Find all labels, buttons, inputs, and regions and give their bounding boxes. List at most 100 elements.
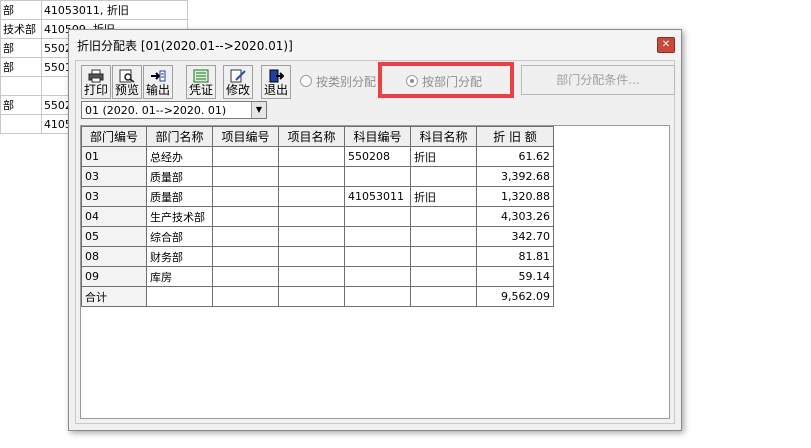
- table-cell[interactable]: 61.62: [476, 146, 554, 167]
- voucher-label: 凭证: [188, 83, 213, 97]
- table-cell[interactable]: 1,320.88: [476, 186, 554, 207]
- radio-by-category[interactable]: 按类别分配: [300, 73, 376, 90]
- export-label: 输出: [145, 83, 170, 97]
- table-cell[interactable]: [344, 246, 411, 267]
- table-cell[interactable]: [344, 166, 411, 187]
- table-cell[interactable]: [410, 166, 477, 187]
- bg-cell: 部: [0, 38, 42, 58]
- period-select[interactable]: 01 (2020. 01-->2020. 01) ▼: [81, 101, 267, 119]
- table-cell[interactable]: 550208: [344, 146, 411, 167]
- bg-row: 部 41053011, 折旧: [0, 0, 189, 20]
- table-cell[interactable]: 折旧: [410, 146, 477, 167]
- table-cell[interactable]: 81.81: [476, 246, 554, 267]
- table-cell[interactable]: 综合部: [146, 226, 213, 247]
- table-cell[interactable]: [278, 226, 345, 247]
- col-header[interactable]: 科目名称: [410, 126, 477, 147]
- table-cell[interactable]: [212, 246, 279, 267]
- bg-cell: 41053011, 折旧: [40, 0, 189, 20]
- table-cell[interactable]: [410, 226, 477, 247]
- table-cell[interactable]: [212, 166, 279, 187]
- table-cell[interactable]: 08: [81, 246, 147, 267]
- table-cell[interactable]: [278, 246, 345, 267]
- table-row[interactable]: 04 生产技术部 4,303.26: [81, 206, 554, 227]
- department-condition-button[interactable]: 部门分配条件...: [521, 65, 675, 95]
- table-cell[interactable]: [410, 246, 477, 267]
- table-cell[interactable]: [278, 146, 345, 167]
- radio-by-category-label: 按类别分配: [316, 75, 377, 89]
- col-header[interactable]: 项目编号: [212, 126, 279, 147]
- table-cell[interactable]: [212, 146, 279, 167]
- table-row[interactable]: 09 库房 59.14: [81, 266, 554, 287]
- bg-cell: 部: [0, 57, 42, 77]
- title-bar[interactable]: 折旧分配表 [01(2020.01-->2020.01)] ✕: [69, 30, 681, 60]
- modify-label: 修改: [225, 83, 250, 97]
- table-cell[interactable]: [212, 226, 279, 247]
- printer-icon: [88, 69, 104, 83]
- table-cell[interactable]: 质量部: [146, 186, 213, 207]
- table-cell[interactable]: 04: [81, 206, 147, 227]
- table-cell[interactable]: [212, 286, 279, 307]
- table-cell[interactable]: 03: [81, 186, 147, 207]
- table-cell[interactable]: [146, 286, 213, 307]
- voucher-icon: [193, 69, 209, 83]
- table-row[interactable]: 03 质量部 3,392.68: [81, 166, 554, 187]
- close-button[interactable]: ✕: [657, 37, 675, 53]
- table-row[interactable]: 合计 9,562.09: [81, 286, 554, 307]
- table-cell[interactable]: 41053011: [344, 186, 411, 207]
- col-header[interactable]: 部门编号: [81, 126, 147, 147]
- table-cell[interactable]: [278, 186, 345, 207]
- table-cell[interactable]: [410, 266, 477, 287]
- bg-cell: 部: [0, 0, 42, 20]
- table-cell[interactable]: 总经办: [146, 146, 213, 167]
- table-cell[interactable]: [344, 266, 411, 287]
- export-button[interactable]: 输出: [143, 65, 173, 99]
- table-cell[interactable]: 4,303.26: [476, 206, 554, 227]
- table-cell[interactable]: [212, 206, 279, 227]
- table-row[interactable]: 03 质量部 41053011 折旧 1,320.88: [81, 186, 554, 207]
- print-button[interactable]: 打印: [81, 65, 111, 99]
- table-cell[interactable]: [344, 286, 411, 307]
- table-cell[interactable]: [344, 226, 411, 247]
- modify-button[interactable]: 修改: [223, 65, 253, 99]
- table-cell[interactable]: 09: [81, 266, 147, 287]
- table-cell[interactable]: 59.14: [476, 266, 554, 287]
- table-cell[interactable]: [410, 286, 477, 307]
- table-row[interactable]: 01 总经办 550208 折旧 61.62: [81, 146, 554, 167]
- preview-button[interactable]: 预览: [112, 65, 142, 99]
- bg-cell: 部: [0, 95, 42, 115]
- table-cell[interactable]: [278, 166, 345, 187]
- table-cell[interactable]: 03: [81, 166, 147, 187]
- voucher-button[interactable]: 凭证: [186, 65, 216, 99]
- col-header[interactable]: 部门名称: [146, 126, 213, 147]
- table-cell[interactable]: 生产技术部: [146, 206, 213, 227]
- table-cell[interactable]: [212, 266, 279, 287]
- dropdown-arrow-icon[interactable]: ▼: [251, 102, 266, 118]
- col-header[interactable]: 折 旧 额: [476, 126, 554, 147]
- col-header[interactable]: 科目编号: [344, 126, 411, 147]
- table-cell[interactable]: 库房: [146, 266, 213, 287]
- table-cell[interactable]: 质量部: [146, 166, 213, 187]
- table-cell[interactable]: 财务部: [146, 246, 213, 267]
- col-header[interactable]: 项目名称: [278, 126, 345, 147]
- table-cell[interactable]: 折旧: [410, 186, 477, 207]
- window-title: 折旧分配表 [01(2020.01-->2020.01)]: [77, 39, 293, 53]
- table-row[interactable]: 08 财务部 81.81: [81, 246, 554, 267]
- table-cell[interactable]: 9,562.09: [476, 286, 554, 307]
- export-icon: [151, 70, 166, 82]
- table-cell[interactable]: [278, 286, 345, 307]
- table-row[interactable]: 05 综合部 342.70: [81, 226, 554, 247]
- dialog-client-area: 打印 预览 输出 凭证 修改 退出 按类别分配 按部门分配 部门分配条件... …: [75, 60, 675, 424]
- table-cell[interactable]: [410, 206, 477, 227]
- table-cell[interactable]: 01: [81, 146, 147, 167]
- table-cell[interactable]: 合计: [81, 286, 147, 307]
- table-cell[interactable]: 3,392.68: [476, 166, 554, 187]
- table-cell[interactable]: [344, 206, 411, 227]
- table-cell[interactable]: [212, 186, 279, 207]
- highlight-annotation-box: [378, 62, 514, 98]
- table-cell[interactable]: [278, 206, 345, 227]
- table-cell[interactable]: 05: [81, 226, 147, 247]
- table-cell[interactable]: 342.70: [476, 226, 554, 247]
- bg-cell: 技术部: [0, 19, 42, 39]
- exit-button[interactable]: 退出: [261, 65, 291, 99]
- table-cell[interactable]: [278, 266, 345, 287]
